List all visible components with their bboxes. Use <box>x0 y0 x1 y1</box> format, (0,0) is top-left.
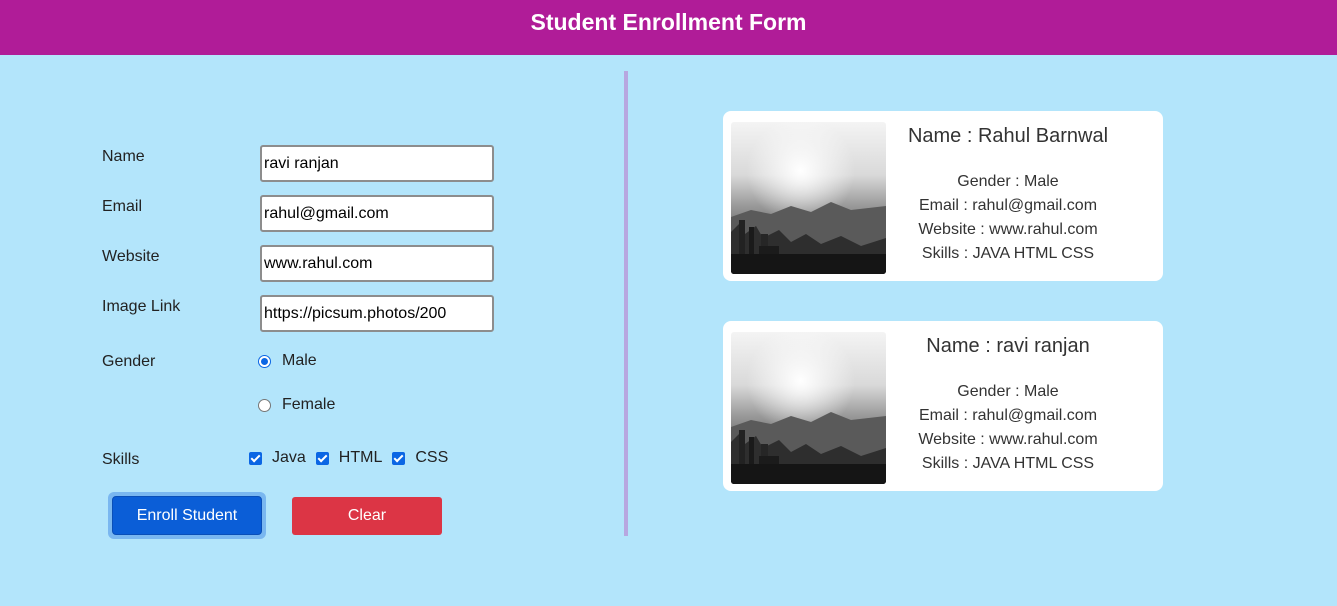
enroll-student-button[interactable]: Enroll Student <box>112 496 262 535</box>
gender-option-female[interactable]: Female <box>258 396 335 414</box>
student-name: Name : Rahul Barnwal <box>907 125 1109 147</box>
gender-label: Gender <box>102 353 156 370</box>
gender-female-label: Female <box>282 396 336 413</box>
enroll-button-focus-ring: Enroll Student <box>108 492 266 539</box>
name-input[interactable] <box>260 145 494 182</box>
gender-option-male[interactable]: Male <box>258 352 317 370</box>
name-label: Name <box>102 148 145 165</box>
clear-button[interactable]: Clear <box>292 497 442 535</box>
vertical-divider <box>624 71 628 536</box>
checkbox-css[interactable] <box>392 451 406 465</box>
skills-group: Java HTML CSS <box>249 449 458 467</box>
student-skills: Skills : JAVA HTML CSS <box>921 455 1095 472</box>
city-skyline-photo-icon <box>731 332 886 484</box>
email-label: Email <box>102 198 143 215</box>
skill-css[interactable]: CSS <box>392 449 448 467</box>
email-input[interactable] <box>260 195 494 232</box>
skill-html-label: HTML <box>338 449 383 466</box>
student-email: Email : rahul@gmail.com <box>918 407 1098 424</box>
student-details: Gender : Male Email : rahul@gmail.com We… <box>893 170 1123 266</box>
skill-java[interactable]: Java <box>249 449 306 467</box>
radio-female[interactable] <box>258 398 271 412</box>
radio-male[interactable] <box>258 354 271 368</box>
gender-male-label: Male <box>282 352 317 369</box>
student-gender: Gender : Male <box>957 383 1059 400</box>
student-email: Email : rahul@gmail.com <box>918 197 1098 214</box>
student-card: Name : Rahul Barnwal Gender : Male Email… <box>723 111 1163 281</box>
student-name: Name : ravi ranjan <box>926 335 1090 357</box>
student-card: Name : ravi ranjan Gender : Male Email :… <box>723 321 1163 491</box>
checkbox-html[interactable] <box>315 451 329 465</box>
student-details: Gender : Male Email : rahul@gmail.com We… <box>893 380 1123 476</box>
page-header: Student Enrollment Form <box>0 0 1337 55</box>
student-website: Website : www.rahul.com <box>918 431 1098 448</box>
checkbox-java[interactable] <box>249 451 262 465</box>
student-card-info: Name : Rahul Barnwal Gender : Male Email… <box>893 111 1123 281</box>
student-skills: Skills : JAVA HTML CSS <box>921 245 1095 262</box>
skills-label: Skills <box>102 451 140 468</box>
skill-java-label: Java <box>272 449 306 466</box>
page-title: Student Enrollment Form <box>530 9 807 35</box>
city-skyline-photo-icon <box>731 122 886 274</box>
skill-html[interactable]: HTML <box>315 449 383 467</box>
student-card-info: Name : ravi ranjan Gender : Male Email :… <box>893 321 1123 491</box>
image-link-label: Image Link <box>102 298 181 315</box>
student-gender: Gender : Male <box>957 173 1059 190</box>
website-label: Website <box>102 248 160 265</box>
student-website: Website : www.rahul.com <box>918 221 1098 238</box>
website-input[interactable] <box>260 245 494 282</box>
image-link-input[interactable] <box>260 295 494 332</box>
skill-css-label: CSS <box>415 449 449 466</box>
